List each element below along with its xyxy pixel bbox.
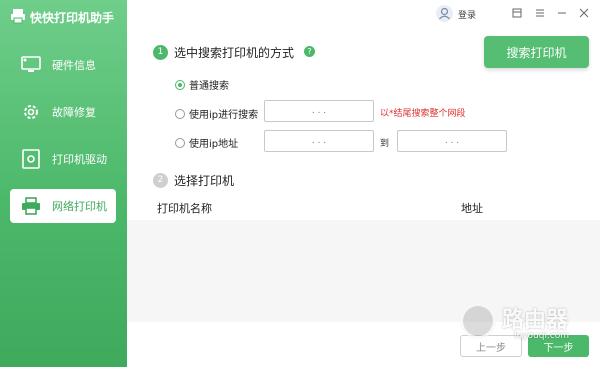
user-avatar-icon[interactable] — [436, 5, 453, 22]
range-to-label: 到 — [380, 139, 390, 149]
ip-placeholder: . . . — [311, 136, 327, 146]
option-label: 使用ip进行搜索 — [189, 110, 259, 121]
printer-icon — [18, 193, 44, 219]
ip-range-end-input[interactable]: . . . — [397, 130, 507, 152]
watermark-text: 路由器 — [502, 308, 569, 333]
ip-placeholder: . . . — [311, 106, 327, 116]
feedback-icon[interactable] — [510, 6, 524, 20]
menu-icon[interactable] — [533, 6, 547, 20]
sidebar-item-label: 打印机驱动 — [52, 153, 107, 166]
ip-range-start-input[interactable]: . . . — [264, 130, 374, 152]
radio-ip-search[interactable] — [175, 108, 185, 119]
monitor-icon — [18, 52, 44, 78]
gear-icon — [18, 99, 44, 125]
step-1-title: 选中搜索打印机的方式 — [174, 46, 295, 60]
ip-placeholder: . . . — [444, 136, 460, 146]
sidebar-item-hardware[interactable]: 硬件信息 — [10, 48, 116, 82]
sidebar-item-label: 故障修复 — [52, 106, 96, 119]
option-label: 使用ip地址 — [189, 139, 239, 150]
sidebar-item-label: 硬件信息 — [52, 59, 96, 72]
printer-logo-icon — [10, 8, 26, 24]
sidebar: 快快打印机助手 硬件信息 故障修复 打印机驱动 网络打印机 — [0, 0, 127, 367]
login-link[interactable]: 登录 — [458, 8, 476, 21]
option-label: 普通搜索 — [189, 81, 229, 92]
option-normal-search[interactable]: 普通搜索 — [175, 77, 229, 92]
radio-normal-search[interactable] — [175, 79, 185, 90]
ip-search-hint: 以*结尾搜索整个网段 — [380, 109, 466, 119]
sidebar-item-label: 网络打印机 — [52, 200, 107, 213]
sidebar-item-network-printer[interactable]: 网络打印机 — [10, 189, 116, 223]
sidebar-item-driver[interactable]: 打印机驱动 — [10, 142, 116, 176]
step-2-title: 选择打印机 — [174, 174, 235, 188]
column-printer-name: 打印机名称 — [157, 202, 212, 215]
option-ip-search[interactable]: 使用ip进行搜索 — [175, 106, 258, 121]
step-1-number: 1 — [153, 45, 168, 60]
sidebar-item-repair[interactable]: 故障修复 — [10, 95, 116, 129]
watermark-logo-icon — [460, 303, 496, 339]
radio-ip-range[interactable] — [175, 137, 185, 148]
search-printer-button[interactable]: 搜索打印机 — [484, 36, 589, 68]
option-ip-range[interactable]: 使用ip地址 — [175, 135, 238, 150]
watermark-sub: luyouqi.com — [514, 331, 570, 341]
close-icon[interactable] — [577, 6, 591, 20]
step-2-number: 2 — [153, 173, 168, 188]
app-title: 快快打印机助手 — [30, 11, 115, 25]
column-address: 地址 — [461, 202, 483, 215]
ip-search-input[interactable]: . . . — [264, 100, 374, 122]
help-icon[interactable]: ? — [304, 46, 315, 57]
minimize-icon[interactable] — [555, 6, 569, 20]
driver-icon — [18, 146, 44, 172]
